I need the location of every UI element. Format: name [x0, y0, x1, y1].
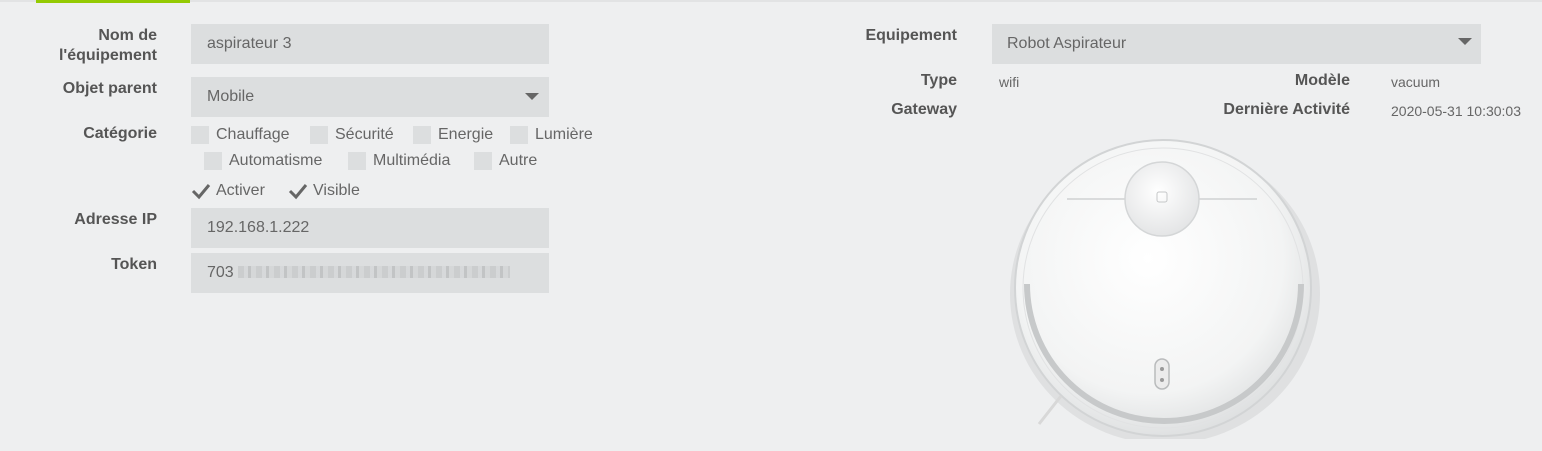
- category-label: Catégorie: [83, 125, 157, 142]
- robot-vacuum-image: [1010, 139, 1320, 439]
- token-redacted-blur: [238, 266, 510, 278]
- type-value: wifi: [999, 74, 1020, 90]
- checkmark-icon: [288, 184, 308, 200]
- ip-label: Adresse IP: [74, 211, 157, 228]
- equipment-select[interactable]: Robot Aspirateur: [992, 24, 1481, 64]
- gateway-label: Gateway: [891, 101, 957, 118]
- category-label-automatisme: Automatisme: [229, 152, 323, 169]
- model-value: vacuum: [1391, 74, 1441, 90]
- category-label-autre: Autre: [499, 152, 538, 169]
- category-checkbox-automatisme[interactable]: [204, 152, 222, 170]
- category-checkbox-lumiere[interactable]: [510, 126, 528, 144]
- chevron-down-icon: [525, 93, 539, 100]
- parent-label: Objet parent: [62, 80, 157, 97]
- parent-select[interactable]: Mobile: [191, 77, 549, 117]
- name-input[interactable]: aspirateur 3: [191, 24, 549, 64]
- model-label: Modèle: [1294, 72, 1350, 89]
- ip-input[interactable]: 192.168.1.222: [191, 208, 549, 248]
- category-label-lumiere: Lumière: [535, 126, 593, 143]
- activity-label: Dernière Activité: [1223, 101, 1350, 118]
- activity-value: 2020-05-31 10:30:03: [1391, 103, 1521, 119]
- category-checkbox-multimedia[interactable]: [348, 152, 366, 170]
- type-label: Type: [920, 72, 957, 89]
- category-checkbox-chauffage[interactable]: [191, 126, 209, 144]
- equipment-label: Equipement: [865, 27, 957, 44]
- category-checkbox-securite[interactable]: [310, 126, 328, 144]
- category-checkbox-energie[interactable]: [413, 126, 431, 144]
- parent-select-value: Mobile: [207, 88, 255, 105]
- category-label-energie: Energie: [438, 126, 494, 143]
- top-border: [0, 0, 1542, 2]
- chevron-down-icon: [1458, 38, 1472, 45]
- category-label-chauffage: Chauffage: [216, 126, 290, 143]
- token-label: Token: [111, 256, 157, 273]
- visible-label: Visible: [313, 182, 360, 199]
- activate-checkbox[interactable]: [191, 182, 211, 200]
- category-label-securite: Sécurité: [335, 126, 394, 143]
- active-tab-indicator: [36, 0, 190, 3]
- equipment-select-value: Robot Aspirateur: [1007, 35, 1127, 52]
- category-label-multimedia: Multimédia: [373, 152, 451, 169]
- category-checkbox-autre[interactable]: [474, 152, 492, 170]
- token-visible-prefix: 703: [207, 264, 234, 281]
- visible-checkbox[interactable]: [288, 182, 308, 200]
- name-label: Nom de l'équipement: [58, 27, 157, 64]
- activate-label: Activer: [216, 182, 265, 199]
- checkmark-icon: [191, 184, 211, 200]
